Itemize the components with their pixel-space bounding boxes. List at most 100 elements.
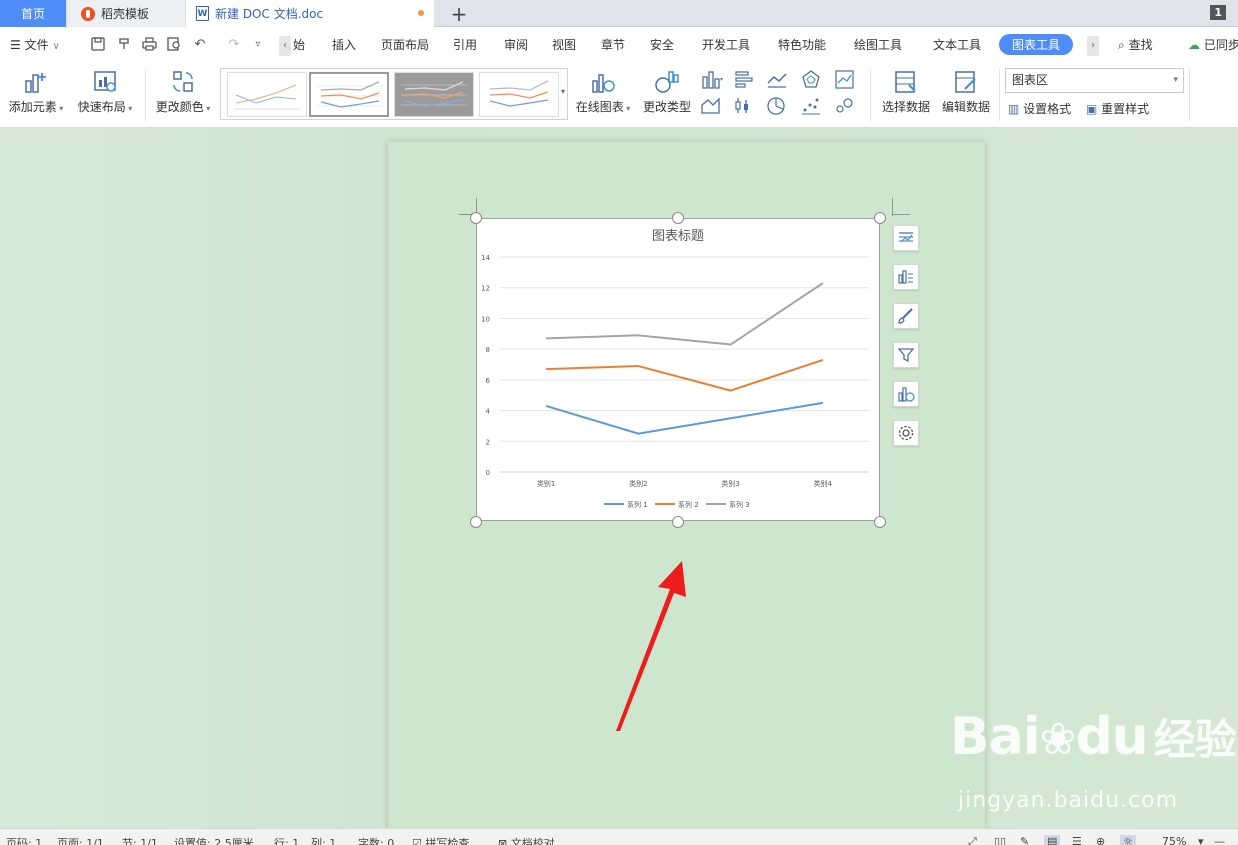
doc-proof-button[interactable]: ⊠ 文档校对 — [498, 835, 555, 845]
line-chart-icon[interactable] — [766, 69, 790, 91]
scatter-chart-icon[interactable] — [800, 95, 824, 117]
zoom-level[interactable]: 75% — [1162, 835, 1186, 845]
page-view-icon[interactable]: ▤ — [1044, 835, 1061, 845]
menu-start[interactable]: 始 — [293, 36, 305, 53]
chart-title[interactable]: 图表标题 — [652, 229, 704, 244]
chart-style-2[interactable] — [309, 72, 389, 117]
zoom-dropdown-icon[interactable]: ▾ — [1198, 835, 1204, 845]
menu-page-layout[interactable]: 页面布局 — [381, 36, 429, 53]
dropdown-arrow-icon: ▾ — [1173, 75, 1178, 85]
combo-chart-icon[interactable] — [834, 69, 858, 91]
file-menu[interactable]: ☰ 文件 ∨ — [10, 36, 60, 53]
set-format-button[interactable]: ▥ 设置格式 — [1008, 100, 1071, 117]
chevron-down-icon: ∨ — [52, 41, 60, 52]
resize-handle-bottom-left[interactable] — [470, 516, 482, 528]
chart-element-select[interactable]: 图表区 ▾ — [1005, 68, 1184, 93]
status-words[interactable]: 字数: 0 — [358, 835, 394, 845]
reset-style-button[interactable]: ▣ 重置样式 — [1086, 100, 1149, 117]
resize-handle-bottom-right[interactable] — [874, 516, 886, 528]
undo-icon[interactable]: ↶ — [192, 37, 208, 53]
column-chart-icon[interactable]: ▾ — [700, 69, 724, 91]
web-view-icon[interactable]: ⊕ — [1096, 835, 1105, 845]
read-mode-icon[interactable]: ▯▯ — [994, 835, 1006, 845]
chart-filter-tool[interactable] — [893, 342, 919, 368]
pie-chart-icon[interactable] — [766, 95, 790, 117]
resize-handle-top[interactable] — [672, 212, 684, 224]
tab-document[interactable]: W 新建 DOC 文档.doc — [186, 0, 434, 27]
chart-legend[interactable]: 系列 1 系列 2 系列 3 — [604, 500, 750, 509]
menu-developer[interactable]: 开发工具 — [702, 36, 750, 53]
format-painter-icon[interactable] — [116, 37, 132, 53]
save-icon[interactable] — [90, 37, 106, 53]
stock-chart-icon[interactable] — [733, 95, 757, 117]
resize-handle-top-left[interactable] — [470, 212, 482, 224]
chart-brush-tool[interactable] — [893, 303, 919, 329]
chart-style-tool[interactable] — [893, 264, 919, 290]
sync-label: 已同步 — [1203, 38, 1238, 52]
menu-text-tools[interactable]: 文本工具 — [933, 36, 981, 53]
menu-scroll-right-button[interactable]: › — [1087, 36, 1099, 56]
window-count-badge[interactable]: 1 — [1210, 5, 1226, 20]
add-element-button[interactable]: 添加元素 ▾ — [6, 69, 66, 115]
chart-style-icon — [898, 270, 913, 284]
menu-chapter[interactable]: 章节 — [601, 36, 625, 53]
new-tab-button[interactable]: + — [446, 2, 472, 26]
online-chart-button[interactable]: 在线图表 ▾ — [574, 69, 632, 115]
menu-drawing-tools[interactable]: 绘图工具 — [854, 36, 902, 53]
online-chart-tool[interactable] — [893, 381, 919, 407]
quick-layout-button[interactable]: 快速布局 ▾ — [76, 69, 134, 115]
select-data-button[interactable]: 选择数据 — [880, 69, 932, 115]
status-setting[interactable]: 设置值: 2.5厘米 — [174, 835, 254, 845]
select-data-icon — [895, 71, 916, 93]
quick-access-more-icon[interactable]: ▿ — [250, 37, 266, 53]
resize-handle-top-right[interactable] — [874, 212, 886, 224]
chart-style-1-preview — [234, 84, 300, 110]
chart-style-4[interactable] — [479, 72, 559, 117]
pen-icon[interactable]: ✎ — [1020, 835, 1029, 845]
menu-view[interactable]: 视图 — [552, 36, 576, 53]
menu-chart-tools[interactable]: 图表工具 — [999, 34, 1074, 55]
search-label: 查找 — [1128, 38, 1153, 52]
bubble-chart-icon[interactable] — [834, 95, 858, 117]
status-section-count: 页码: 1 — [6, 837, 43, 845]
gallery-more-icon[interactable]: ▾ — [561, 87, 565, 96]
series-line — [546, 282, 824, 346]
sync-status[interactable]: ☁ 已同步 — [1188, 36, 1238, 53]
print-preview-icon[interactable] — [166, 37, 182, 53]
chart-settings-tool[interactable] — [893, 420, 919, 446]
change-color-button[interactable]: 更改颜色 ▾ — [154, 69, 212, 115]
area-chart-icon[interactable] — [700, 95, 724, 117]
tab-template[interactable]: 稻壳模板 — [67, 0, 185, 27]
eye-protection-icon[interactable]: ☼ — [1120, 835, 1136, 845]
redo-icon[interactable]: ↷ — [226, 37, 242, 53]
watermark-jingyan: 经验 — [1153, 715, 1237, 764]
resize-handle-bottom[interactable] — [672, 516, 684, 528]
chart-style-3[interactable] — [394, 72, 474, 117]
fit-screen-icon[interactable]: ⤢ — [968, 835, 977, 845]
chart-style-gallery[interactable]: ▾ — [220, 68, 568, 120]
outline-view-icon[interactable]: ☰ — [1072, 835, 1082, 845]
chart-style-1[interactable] — [227, 72, 307, 117]
change-type-button[interactable]: 更改类型 — [642, 69, 692, 115]
tab-home[interactable]: 首页 — [0, 0, 66, 27]
search-button[interactable]: ⌕ 查找 — [1118, 36, 1153, 53]
chart-object[interactable]: 图表标题 0 2 4 6 8 10 12 14 类别1 类别2 类别3 类别4 系列 1 系列 2 系列… — [476, 218, 880, 521]
zoom-out-icon[interactable]: — — [1214, 835, 1225, 845]
menu-features[interactable]: 特色功能 — [778, 36, 826, 53]
menu-security[interactable]: 安全 — [650, 36, 674, 53]
menu-insert[interactable]: 插入 — [332, 36, 356, 53]
watermark-brand: Bai — [950, 707, 1041, 767]
watermark-brand-suffix: du — [1075, 707, 1148, 767]
spell-check-button[interactable]: ☑ 拼写检查 — [412, 835, 469, 845]
edit-data-button[interactable]: 编辑数据 — [940, 69, 992, 115]
print-icon[interactable] — [141, 37, 157, 53]
menu-reference[interactable]: 引用 — [453, 36, 477, 53]
bar-chart-icon[interactable] — [733, 69, 757, 91]
x-axis-ticks: 类别1 类别2 类别3 类别4 — [537, 479, 833, 488]
quick-layout-icon — [94, 71, 116, 92]
chart-elements-tool[interactable] — [893, 225, 919, 251]
radar-chart-icon[interactable] — [800, 69, 824, 91]
status-row: 行: 1 — [274, 837, 300, 845]
menu-scroll-left-button[interactable]: ‹ — [279, 36, 291, 56]
menu-review[interactable]: 审阅 — [504, 36, 528, 53]
